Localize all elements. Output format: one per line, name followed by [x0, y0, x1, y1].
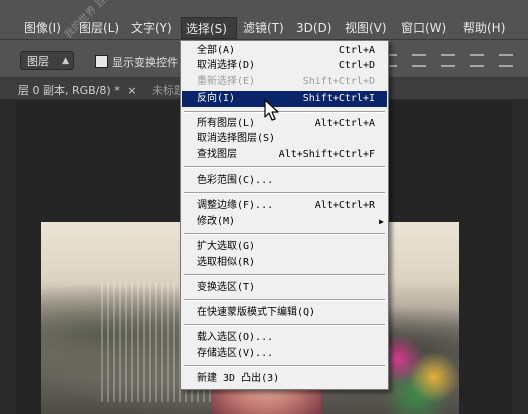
menu-item-deselect[interactable]: 取消选择(D) Ctrl+D: [181, 58, 388, 73]
distribute-hcenter-icon[interactable]: [499, 54, 514, 67]
menu-separator: [184, 365, 385, 367]
auto-select-value: 图层: [27, 55, 49, 68]
menu-item-load-selection[interactable]: 载入选区(O)...: [181, 330, 388, 345]
menu-separator: [184, 274, 385, 276]
menu-item-all[interactable]: 全部(A) Ctrl+A: [181, 43, 388, 58]
menu-3d[interactable]: 3D(D): [296, 21, 331, 35]
menu-type[interactable]: 文字(Y): [131, 21, 172, 35]
align-vcenter-icon[interactable]: [412, 54, 427, 67]
menu-separator: [184, 299, 385, 301]
menu-filter[interactable]: 滤镜(T): [243, 21, 284, 35]
menu-item-similar[interactable]: 选取相似(R): [181, 255, 388, 270]
menu-view[interactable]: 视图(V): [345, 21, 387, 35]
menu-item-refine-edge[interactable]: 调整边缘(F)... Alt+Ctrl+R: [181, 198, 388, 213]
menu-window[interactable]: 窗口(W): [401, 21, 446, 35]
menu-item-color-range[interactable]: 色彩范围(C)...: [181, 173, 388, 188]
tab-document-active[interactable]: 层 0 副本, RGB/8) * ×: [18, 82, 136, 98]
menu-separator: [184, 111, 385, 113]
menu-item-reselect[interactable]: 重新选择(E) Shift+Ctrl+D: [181, 74, 388, 89]
menu-item-inverse[interactable]: 反向(I) Shift+Ctrl+I: [182, 91, 387, 107]
menu-item-find-layers[interactable]: 查找图层 Alt+Shift+Ctrl+F: [181, 147, 388, 162]
menu-separator: [184, 233, 385, 235]
align-bottom-icon[interactable]: [441, 54, 456, 67]
menu-separator: [184, 166, 385, 168]
menu-help[interactable]: 帮助(H): [463, 21, 505, 35]
menu-select[interactable]: 选择(S): [181, 17, 237, 39]
menu-item-quick-mask[interactable]: 在快速蒙版模式下编辑(Q): [181, 305, 388, 320]
menu-item-save-selection[interactable]: 存储选区(V)...: [181, 346, 388, 361]
show-transform-checkbox[interactable]: [95, 55, 108, 68]
show-transform-label: 显示变换控件: [112, 56, 178, 69]
dropdown-arrow-icon: ▲: [62, 56, 69, 66]
menu-item-modify[interactable]: 修改(M) ▶: [181, 214, 388, 229]
menu-item-transform-selection[interactable]: 变换选区(T): [181, 280, 388, 295]
menu-item-grow[interactable]: 扩大选取(G): [181, 239, 388, 254]
align-icons-group: [383, 52, 523, 68]
menu-item-new-3d-extrusion[interactable]: 新建 3D 凸出(3): [181, 371, 388, 386]
submenu-arrow-icon: ▶: [379, 217, 384, 226]
menu-item-all-layers[interactable]: 所有图层(L) Alt+Ctrl+A: [181, 116, 388, 131]
select-menu-dropdown: 全部(A) Ctrl+A 取消选择(D) Ctrl+D 重新选择(E) Shif…: [180, 40, 389, 390]
menu-item-deselect-layers[interactable]: 取消选择图层(S): [181, 131, 388, 146]
distribute-left-icon[interactable]: [470, 54, 485, 67]
menu-image[interactable]: 图像(I): [24, 21, 61, 35]
tab-close-icon[interactable]: ×: [127, 84, 136, 97]
menu-separator: [184, 324, 385, 326]
menu-separator: [184, 192, 385, 194]
mouse-pointer-icon: [264, 99, 279, 121]
auto-select-dropdown[interactable]: 图层 ▲: [20, 51, 74, 70]
tab-document-title: 层 0 副本, RGB/8) *: [18, 84, 120, 97]
